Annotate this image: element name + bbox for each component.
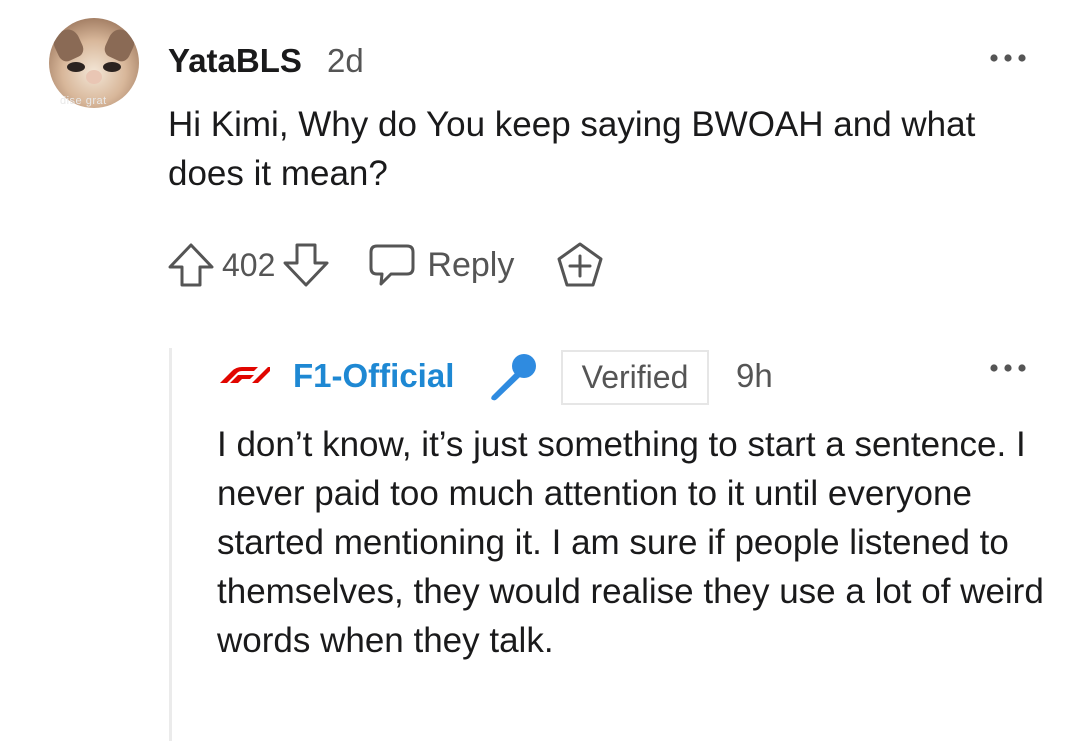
reply-username[interactable]: F1-Official [293, 357, 454, 395]
more-dots-icon [990, 54, 1026, 62]
downvote-button[interactable] [281, 241, 331, 289]
add-award-icon [557, 242, 603, 287]
microphone-icon [486, 352, 540, 402]
upvote-arrow-icon [168, 243, 214, 287]
vote-count: 402 [222, 246, 276, 283]
comment-body: Hi Kimi, Why do You keep saying BWOAH an… [168, 105, 976, 193]
cat-eye [67, 62, 85, 72]
avatar-caption: dise grat [60, 95, 107, 107]
comment-age: 2d [327, 42, 364, 79]
more-dots-icon [990, 364, 1026, 372]
comment-username[interactable]: YataBLS [168, 42, 302, 80]
f1-logo-icon [218, 366, 270, 384]
reply-age: 9h [736, 357, 773, 394]
give-award-button[interactable] [554, 240, 606, 290]
cat-eye [103, 62, 121, 72]
upvote-button[interactable] [166, 241, 216, 289]
comment-actions: 402 Reply [166, 240, 606, 290]
more-options-button[interactable] [988, 42, 1028, 76]
verified-badge: Verified [561, 350, 709, 405]
reply-body: I don’t know, it’s just something to sta… [217, 425, 1044, 660]
cat-ear [101, 25, 139, 65]
reply-button[interactable]: Reply [367, 242, 514, 288]
downvote-arrow-icon [283, 243, 329, 287]
cat-ear [49, 25, 87, 65]
speech-bubble-icon [369, 244, 415, 286]
reply-more-options-button[interactable] [988, 352, 1028, 386]
cat-nose [86, 70, 102, 84]
reply-label: Reply [427, 245, 515, 284]
thread-line[interactable] [169, 348, 172, 741]
